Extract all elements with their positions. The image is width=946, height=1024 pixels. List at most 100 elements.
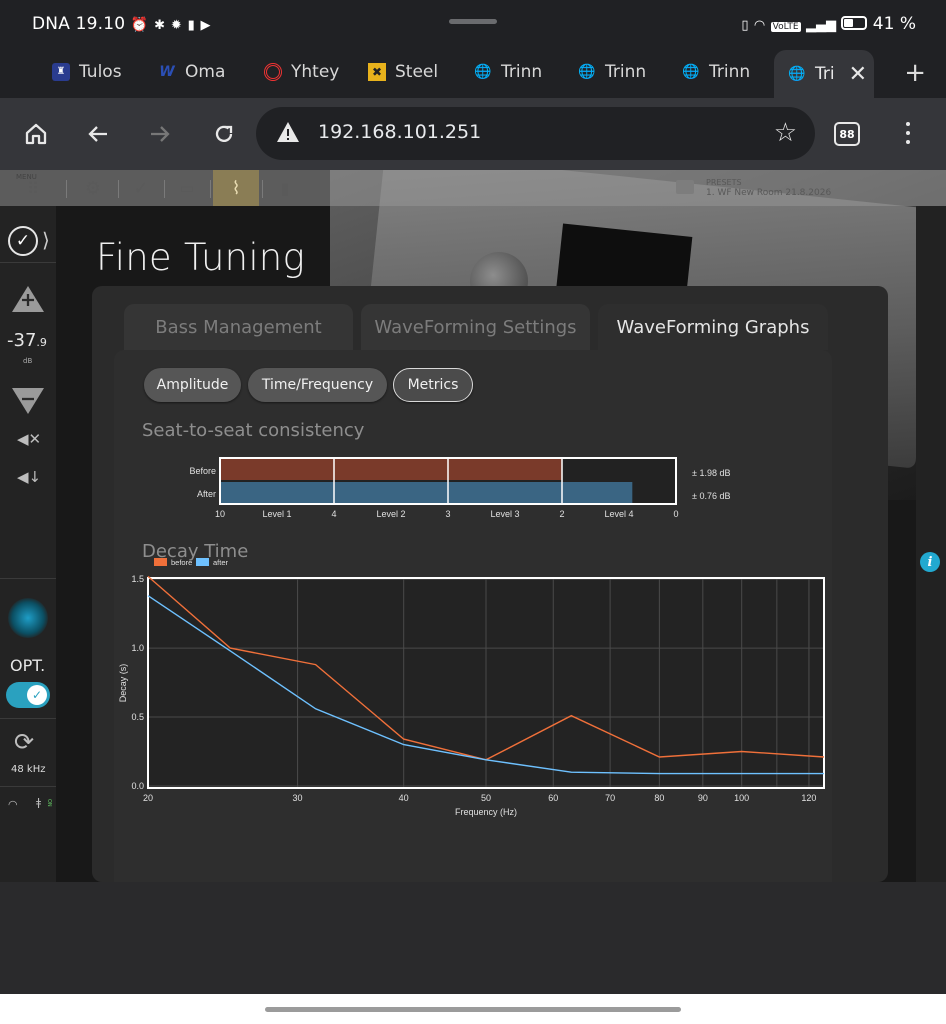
close-tab-icon[interactable]: ✕ [849,62,867,87]
forward-arrow-icon [151,126,170,142]
globe-icon: 🌐 [578,64,596,80]
tab-label: Tri [815,64,835,84]
page-title: Fine Tuning [96,236,305,279]
input-toggle[interactable]: ✓ [6,682,50,708]
tab-switcher-button[interactable]: 88 [834,122,860,146]
fine-tuning-panel: Bass Management WaveForming Settings Wav… [92,286,888,882]
bar-value-label: ± 1.98 dB [692,468,730,478]
y-tick-label: 0.0 [131,781,144,791]
x-tick-label: 120 [801,793,816,803]
axis-tick-label: 4 [331,509,336,519]
volume-readout: -37.9 [7,330,47,351]
battery-icon [841,16,868,30]
alarm-icon: ⏰ [130,17,149,33]
url-text[interactable]: 192.168.101.251 [318,121,481,143]
x-tick-label: 90 [698,793,708,803]
browser-toolbar: 192.168.101.251 ☆ 88 [0,98,946,170]
trinnov-logo-icon[interactable]: ✓ [8,226,38,256]
tab-label: Steel [395,62,439,82]
notch-pill [449,19,497,24]
globe-icon: 🌐 [788,66,806,82]
y-tick-label: 1.5 [131,574,144,584]
subtab-amplitude[interactable]: Amplitude [144,368,241,402]
browser-tab[interactable]: ♜ Tulos [52,48,142,96]
tab-label: Tulos [79,62,122,82]
fine-tuning-graph-icon[interactable]: ⌇ [213,170,259,206]
mute-icon[interactable]: ◀✕ [17,430,41,448]
tab-waveforming-graphs[interactable]: WaveForming Graphs [598,304,828,350]
tab-label: Trinn [709,62,751,82]
x-tick-label: 70 [605,793,615,803]
new-tab-button[interactable]: + [904,58,926,88]
back-button[interactable] [80,116,116,152]
volume-up-button[interactable] [10,284,46,314]
tab-waveforming-settings[interactable]: WaveForming Settings [361,304,590,350]
x-tick-label: 30 [293,793,303,803]
globe-icon: 🌐 [474,64,492,80]
browser-tab[interactable]: 🌐 Trinn [682,48,764,96]
forward-button[interactable] [142,116,178,152]
axis-tick-label: 10 [215,509,225,519]
chevron-right-icon[interactable]: ⟩ [42,228,50,252]
device-icon[interactable]: ▭ [166,170,208,206]
volume-down-button[interactable] [10,386,46,416]
status-left: DNA 19.10 ⏰ ✱ ✹ ▮ ▶ [32,14,211,34]
bar-value-label: ± 0.76 dB [692,491,730,501]
subtab-metrics[interactable]: Metrics [393,368,473,402]
bar-category-label: Before [189,466,216,476]
subtab-time-frequency[interactable]: Time/Frequency [248,368,387,402]
axis-tick-label: 3 [445,509,450,519]
volume-unit: dB [23,357,33,365]
settings-gears-icon[interactable]: ⚙ [72,170,114,206]
browser-tab[interactable]: ✖ Steel [368,48,456,96]
tab-bass-management[interactable]: Bass Management [124,304,353,350]
notification-icon: ▮ [187,18,195,33]
home-button[interactable] [18,116,54,152]
calibration-check-icon[interactable]: ✓ [120,170,162,206]
bookmark-star-icon[interactable]: ☆ [774,118,797,148]
graphs-content: Amplitude Time/Frequency Metrics Seat-to… [114,350,832,882]
x-tick-label: 100 [734,793,749,803]
browser-tab-strip: ♜ Tulos W Oma Yhtey ✖ Steel 🌐 Trinn 🌐 Tr… [0,48,946,98]
band-label: Level 1 [262,509,291,519]
bluetooth-icon: ✱ [154,18,166,33]
bar-after [221,482,633,503]
reload-button[interactable] [206,116,242,152]
page-bottom [0,882,946,994]
decay-time-chart: 20 30 40 50 60 70 80 90 100 120 0.0 0.5 1.0 1.5 Freque… [118,558,825,817]
browser-tab[interactable]: Yhtey [264,48,354,96]
bar-category-label: After [197,489,216,499]
tab-label: Trinn [501,62,543,82]
battery-level: 41 % [872,14,916,34]
folder-icon[interactable] [676,180,694,194]
axis-tick-label: 0 [673,509,678,519]
web-page: MENU ⠿ ⚙ ✓ ▭ ⌇ ▮ PRESETS 1. WF New Room … [0,170,946,882]
microphone-icon[interactable]: ▮ [264,170,306,206]
address-bar[interactable]: 192.168.101.251 ☆ [256,107,815,160]
x-tick-label: 20 [143,793,153,803]
bar-before [221,459,562,480]
left-sidebar: ✓ ⟩ -37.9 dB ◀✕ ◀↓ OPT. ✓ ⟳ 48 kHz ◠ ǂ O… [0,206,56,882]
tab-label: Oma [185,62,226,82]
network-icon: ◠ [8,798,18,811]
preset-name[interactable]: 1. WF New Room 21.8.2026 [706,188,831,198]
browser-tab[interactable]: 🌐 Trinn [578,48,660,96]
browser-tab[interactable]: 🌐 Trinn [474,48,556,96]
nav-bar [0,994,946,1024]
volume-decimal: .9 [36,336,47,349]
menu-grid-icon[interactable]: ⠿ [12,170,54,206]
legend-swatch-before [154,558,167,566]
input-source-icon[interactable] [8,598,48,638]
tab-label: Trinn [605,62,647,82]
youtube-icon: ▶ [200,18,211,33]
gesture-handle[interactable] [265,1007,681,1012]
warning-icon[interactable] [276,121,300,143]
info-icon[interactable]: i [920,552,940,572]
dim-icon[interactable]: ◀↓ [17,468,41,486]
browser-tab[interactable]: W Oma [158,48,250,96]
browser-tab-active[interactable]: 🌐 Tri ✕ [774,50,874,98]
globe-icon: 🌐 [682,64,700,80]
more-menu-icon[interactable] [906,122,912,146]
reload-icon [215,125,233,142]
y-tick-label: 0.5 [131,712,144,722]
